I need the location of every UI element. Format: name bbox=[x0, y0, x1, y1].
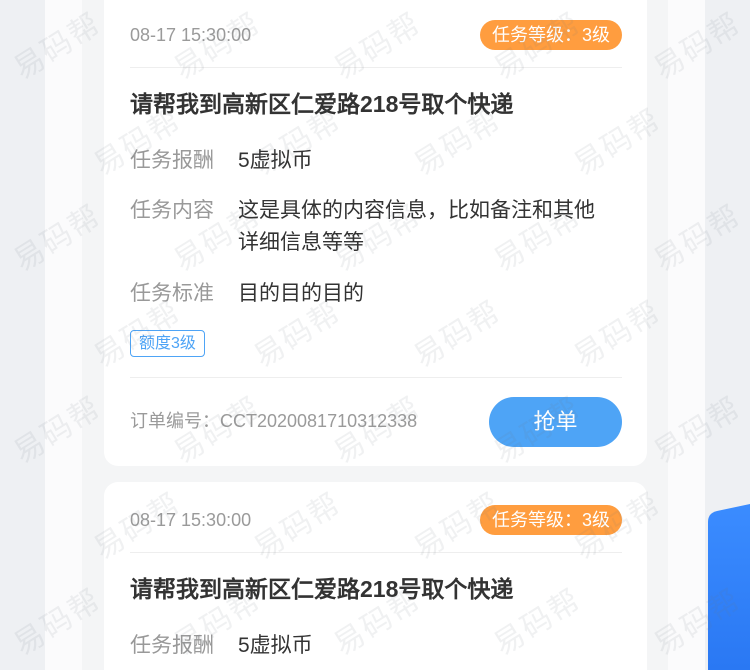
field-content: 任务内容 这是具体的内容信息，比如备注和其他详细信息等等 bbox=[130, 195, 622, 259]
quota-tag: 额度3级 bbox=[130, 330, 205, 357]
field-value: 目的目的目的 bbox=[238, 282, 364, 305]
field-standard: 任务标准 目的目的目的 bbox=[130, 278, 622, 310]
field-reward: 任务报酬 5虚拟币 bbox=[130, 633, 622, 659]
divider bbox=[130, 377, 622, 378]
brand-decoration bbox=[708, 504, 750, 670]
task-title: 请帮我到高新区仁爱路218号取个快递 bbox=[130, 576, 514, 602]
divider bbox=[130, 552, 622, 553]
field-value: 这是具体的内容信息，比如备注和其他详细信息等等 bbox=[238, 199, 595, 254]
field-label: 任务内容 bbox=[130, 199, 214, 222]
field-value: 5虚拟币 bbox=[238, 149, 313, 172]
task-level-badge: 任务等级：3级 bbox=[479, 505, 622, 535]
field-label: 任务报酬 bbox=[130, 634, 214, 657]
field-value: 5虚拟币 bbox=[238, 634, 313, 657]
task-list-screen: 08-17 15:30:00 任务等级：3级 请帮我到高新区仁爱路218号取个快… bbox=[0, 0, 750, 670]
divider bbox=[130, 67, 622, 68]
task-card-content: 08-17 15:30:00 任务等级：3级 请帮我到高新区仁爱路218号取个快… bbox=[104, 0, 647, 466]
task-time: 08-17 15:30:00 bbox=[130, 510, 252, 530]
grab-order-button[interactable]: 抢单 bbox=[489, 397, 622, 447]
task-time: 08-17 15:30:00 bbox=[130, 25, 252, 45]
field-label: 任务报酬 bbox=[130, 149, 214, 172]
field-reward: 任务报酬 5虚拟币 bbox=[130, 148, 622, 174]
task-title: 请帮我到高新区仁爱路218号取个快递 bbox=[130, 91, 514, 117]
task-level-badge: 任务等级：3级 bbox=[479, 20, 622, 50]
task-card[interactable]: 08-17 15:30:00 任务等级：3级 请帮我到高新区仁爱路218号取个快… bbox=[104, 482, 647, 670]
task-card-content: 08-17 15:30:00 任务等级：3级 请帮我到高新区仁爱路218号取个快… bbox=[104, 485, 647, 670]
field-label: 任务标准 bbox=[130, 282, 214, 305]
task-card[interactable]: 08-17 15:30:00 任务等级：3级 请帮我到高新区仁爱路218号取个快… bbox=[104, 0, 647, 466]
order-number: 订单编号：CCT2020081710312338 bbox=[130, 411, 418, 431]
